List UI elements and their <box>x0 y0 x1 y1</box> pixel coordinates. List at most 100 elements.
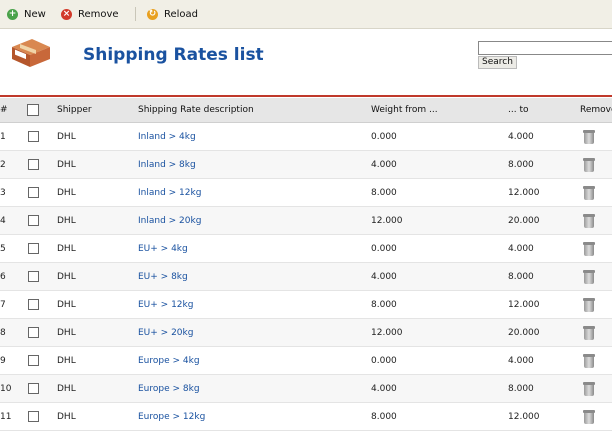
reload-button[interactable]: ↻ Reload <box>147 7 198 21</box>
rate-description-link[interactable]: Inland > 4kg <box>138 132 196 142</box>
row-remove-cell <box>580 178 612 207</box>
rate-description-link[interactable]: EU+ > 4kg <box>138 244 188 254</box>
row-remove-cell <box>580 262 612 291</box>
select-all-checkbox[interactable] <box>27 104 39 116</box>
row-checkbox[interactable] <box>28 327 39 338</box>
reload-icon: ↻ <box>147 8 158 20</box>
row-weight-from: 0.000 <box>371 122 508 151</box>
row-number: 6 <box>0 262 25 291</box>
row-number: 2 <box>0 150 25 179</box>
rate-description-link[interactable]: Inland > 8kg <box>138 160 196 170</box>
row-checkbox[interactable] <box>28 271 39 282</box>
rate-description-link[interactable]: Europe > 8kg <box>138 384 200 394</box>
page-header: Shipping Rates list Search <box>0 29 612 96</box>
trash-icon[interactable] <box>583 241 595 256</box>
reload-label: Reload <box>164 8 199 20</box>
col-select-all-header <box>25 98 57 123</box>
trash-icon[interactable] <box>583 129 595 144</box>
search-button[interactable]: Search <box>478 56 517 69</box>
row-weight-to: 12.000 <box>508 178 580 207</box>
row-shipper: DHL <box>57 402 138 431</box>
table-row: 1 DHL Inland > 4kg 0.000 4.000 <box>0 122 612 151</box>
col-weight-to-header[interactable]: ... to <box>508 98 580 123</box>
row-checkbox[interactable] <box>28 355 39 366</box>
row-checkbox[interactable] <box>28 159 39 170</box>
trash-icon[interactable] <box>583 409 595 424</box>
row-weight-from: 4.000 <box>371 150 508 179</box>
col-weight-from-header[interactable]: Weight from ... <box>371 98 508 123</box>
trash-icon[interactable] <box>583 269 595 284</box>
row-weight-from: 8.000 <box>371 178 508 207</box>
row-description-cell: Inland > 20kg <box>138 206 371 235</box>
row-number: 7 <box>0 290 25 319</box>
row-checkbox[interactable] <box>28 243 39 254</box>
row-weight-from: 8.000 <box>371 290 508 319</box>
col-number-header[interactable]: # <box>0 98 25 123</box>
trash-icon[interactable] <box>583 185 595 200</box>
row-select-cell <box>25 150 57 179</box>
row-number: 3 <box>0 178 25 207</box>
table-row: 8 DHL EU+ > 20kg 12.000 20.000 <box>0 318 612 347</box>
row-select-cell <box>25 206 57 235</box>
rate-description-link[interactable]: EU+ > 12kg <box>138 300 193 310</box>
row-checkbox[interactable] <box>28 383 39 394</box>
row-remove-cell <box>580 234 612 263</box>
row-description-cell: EU+ > 20kg <box>138 318 371 347</box>
row-select-cell <box>25 318 57 347</box>
page-title: Shipping Rates list <box>83 45 264 65</box>
row-checkbox[interactable] <box>28 131 39 142</box>
row-remove-cell <box>580 150 612 179</box>
rate-description-link[interactable]: EU+ > 20kg <box>138 328 193 338</box>
trash-icon[interactable] <box>583 381 595 396</box>
row-weight-to: 8.000 <box>508 262 580 291</box>
row-weight-to: 4.000 <box>508 234 580 263</box>
row-description-cell: Europe > 4kg <box>138 346 371 375</box>
rate-description-link[interactable]: Europe > 12kg <box>138 412 205 422</box>
row-weight-from: 12.000 <box>371 206 508 235</box>
new-button[interactable]: + New <box>7 7 46 21</box>
row-remove-cell <box>580 206 612 235</box>
col-description-header[interactable]: Shipping Rate description <box>138 98 371 123</box>
remove-button[interactable]: × Remove <box>61 7 119 21</box>
remove-label: Remove <box>78 8 119 20</box>
row-checkbox[interactable] <box>28 187 39 198</box>
table-row: 11 DHL Europe > 12kg 8.000 12.000 <box>0 402 612 431</box>
table-row: 6 DHL EU+ > 8kg 4.000 8.000 <box>0 262 612 291</box>
search-input[interactable] <box>478 41 612 55</box>
row-select-cell <box>25 402 57 431</box>
row-checkbox[interactable] <box>28 299 39 310</box>
row-select-cell <box>25 178 57 207</box>
row-number: 4 <box>0 206 25 235</box>
row-description-cell: EU+ > 12kg <box>138 290 371 319</box>
col-remove-header: Remove <box>580 98 612 123</box>
new-label: New <box>24 8 46 20</box>
row-description-cell: EU+ > 4kg <box>138 234 371 263</box>
row-select-cell <box>25 346 57 375</box>
rate-description-link[interactable]: Inland > 20kg <box>138 216 201 226</box>
row-description-cell: Inland > 8kg <box>138 150 371 179</box>
row-shipper: DHL <box>57 150 138 179</box>
row-select-cell <box>25 374 57 403</box>
table-row: 5 DHL EU+ > 4kg 0.000 4.000 <box>0 234 612 263</box>
trash-icon[interactable] <box>583 157 595 172</box>
row-select-cell <box>25 290 57 319</box>
row-shipper: DHL <box>57 206 138 235</box>
row-weight-to: 12.000 <box>508 290 580 319</box>
row-checkbox[interactable] <box>28 215 39 226</box>
row-shipper: DHL <box>57 374 138 403</box>
table-row: 4 DHL Inland > 20kg 12.000 20.000 <box>0 206 612 235</box>
row-weight-to: 20.000 <box>508 206 580 235</box>
row-number: 11 <box>0 402 25 431</box>
row-remove-cell <box>580 374 612 403</box>
trash-icon[interactable] <box>583 213 595 228</box>
rate-description-link[interactable]: Inland > 12kg <box>138 188 201 198</box>
row-weight-to: 8.000 <box>508 150 580 179</box>
rate-description-link[interactable]: Europe > 4kg <box>138 356 200 366</box>
trash-icon[interactable] <box>583 325 595 340</box>
col-shipper-header[interactable]: Shipper <box>57 98 138 123</box>
row-checkbox[interactable] <box>28 411 39 422</box>
rate-description-link[interactable]: EU+ > 8kg <box>138 272 188 282</box>
trash-icon[interactable] <box>583 297 595 312</box>
trash-icon[interactable] <box>583 353 595 368</box>
table-row: 3 DHL Inland > 12kg 8.000 12.000 <box>0 178 612 207</box>
